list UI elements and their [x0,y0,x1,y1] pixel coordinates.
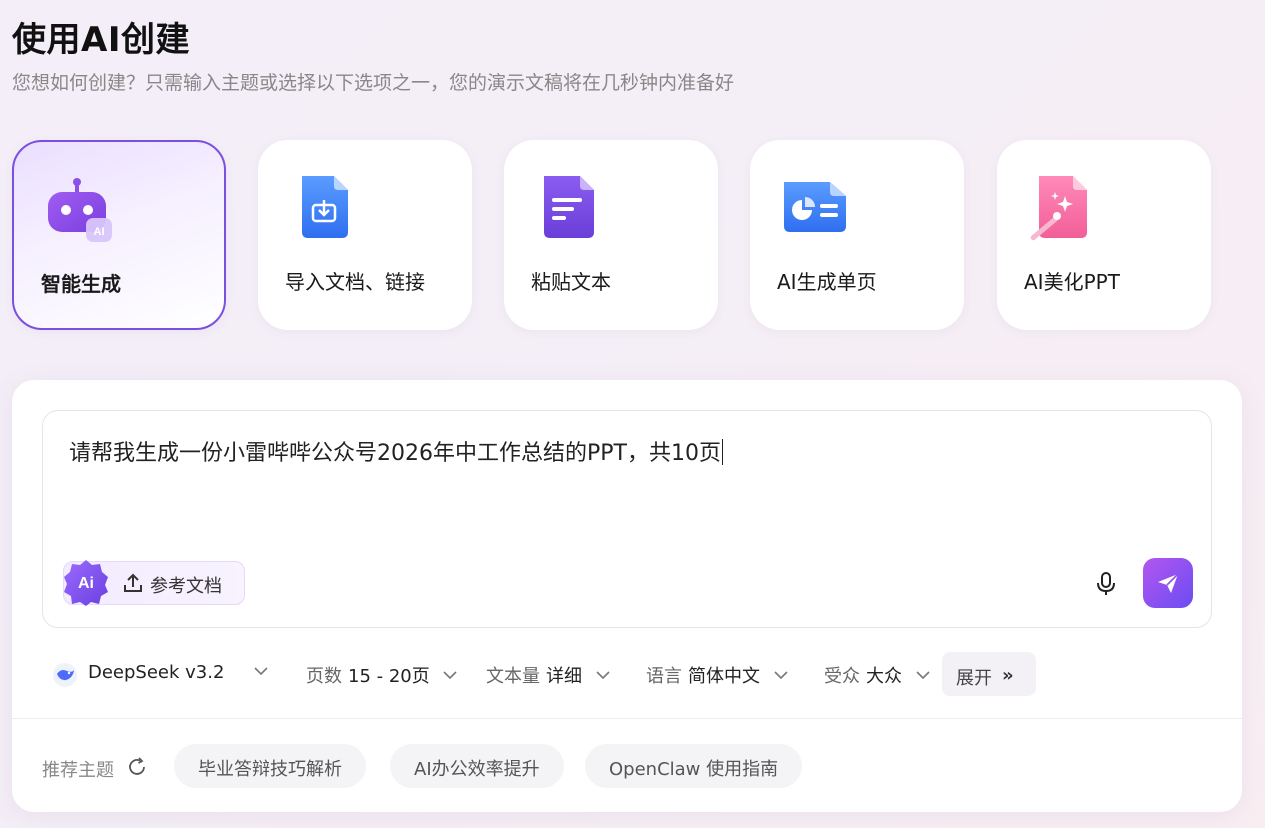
send-button[interactable] [1143,558,1193,608]
text-amount-select[interactable]: 文本量 详细 [486,662,610,688]
reference-document-button[interactable]: Ai 参考文档 [63,560,245,606]
pages-select-value: 15 - 20页 [348,666,430,687]
prompt-input[interactable]: 请帮我生成一份小雷哔哔公众号2026年中工作总结的PPT，共10页 [69,435,723,467]
robot-icon: AI [48,178,112,242]
expand-options-button[interactable]: 展开 » [942,652,1036,696]
prompt-input-box[interactable]: 请帮我生成一份小雷哔哔公众号2026年中工作总结的PPT，共10页 Ai 参考文… [42,410,1212,628]
prompt-panel: 请帮我生成一份小雷哔哔公众号2026年中工作总结的PPT，共10页 Ai 参考文… [12,380,1242,812]
mode-card-label: AI美化PPT [1024,270,1120,294]
beautify-magic-icon [1030,176,1087,241]
chevron-down-icon [443,671,458,680]
expand-options-label: 展开 [956,668,992,689]
text-caret [721,439,723,465]
refresh-icon[interactable] [126,756,148,778]
text-amount-select-value: 详细 [546,666,582,687]
prompt-text: 请帮我生成一份小雷哔哔公众号2026年中工作总结的PPT，共10页 [69,441,721,466]
model-select-value: DeepSeek v3.2 [88,662,225,683]
chevron-down-icon [254,667,268,676]
page-title: 使用AI创建 [12,20,190,60]
svg-text:AI: AI [94,226,105,238]
language-select-value: 简体中文 [688,666,760,687]
audience-select[interactable]: 受众 大众 [824,662,930,688]
language-select-label: 语言 [646,666,682,687]
ai-badge-text: Ai [78,575,94,592]
upload-icon [124,573,142,592]
model-select[interactable]: DeepSeek v3.2 [88,662,268,683]
text-amount-select-label: 文本量 [486,666,540,687]
mode-card-ai-single-page[interactable]: AI生成单页 [750,140,964,330]
mode-card-label: 智能生成 [41,272,121,296]
ai-badge-icon: Ai [64,560,108,606]
mode-card-paste-text[interactable]: 粘贴文本 [504,140,718,330]
mode-card-smart-generate[interactable]: AI 智能生成 [12,140,226,330]
topic-chip[interactable]: 毕业答辩技巧解析 [174,744,366,788]
chevron-down-icon [774,671,788,680]
pages-select-label: 页数 [306,666,342,687]
mode-card-ai-beautify[interactable]: AI美化PPT [997,140,1211,330]
divider [12,718,1242,719]
chevron-down-icon [596,671,610,680]
reference-document-label: 参考文档 [150,576,222,597]
deepseek-logo-icon [53,663,77,687]
pages-select[interactable]: 页数 15 - 20页 [306,662,458,688]
audience-select-value: 大众 [866,666,902,687]
import-document-icon [302,176,348,238]
paste-text-icon [544,176,594,238]
send-icon [1158,573,1179,593]
mode-card-import-document[interactable]: 导入文档、链接 [258,140,472,330]
topic-chip[interactable]: AI办公效率提升 [390,744,564,788]
mode-card-label: AI生成单页 [777,270,877,294]
mode-card-label: 粘贴文本 [531,270,611,294]
topic-chip[interactable]: OpenClaw 使用指南 [585,744,803,788]
language-select[interactable]: 语言 简体中文 [646,662,788,688]
microphone-icon[interactable] [1095,571,1117,597]
chevron-down-icon [916,671,930,680]
recommended-topics-label: 推荐主题 [42,760,114,781]
mode-card-label: 导入文档、链接 [285,270,425,294]
page-subtitle: 您想如何创建？只需输入主题或选择以下选项之一，您的演示文稿将在几秒钟内准备好 [12,72,735,94]
double-chevron-right-icon: » [1002,665,1014,686]
audience-select-label: 受众 [824,666,860,687]
options-row: DeepSeek v3.2 页数 15 - 20页 文本量 详细 语言 简体中文 受众… [52,650,1212,696]
single-page-chart-icon [784,182,846,232]
